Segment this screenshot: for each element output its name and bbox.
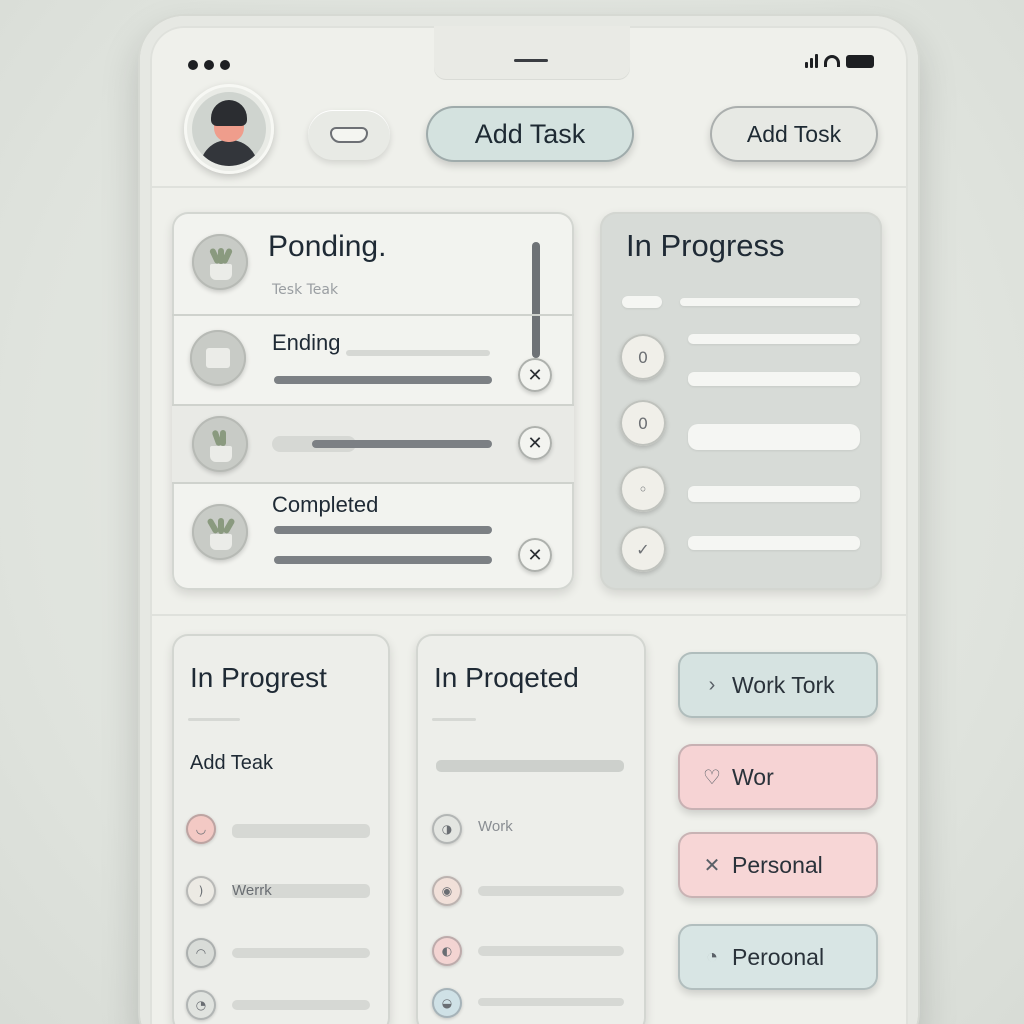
header-bar [188,718,240,721]
add-task-secondary-button[interactable]: Add Tosk [710,106,878,162]
task-bar [478,998,624,1006]
header-bar [436,760,624,772]
cross-icon: ✕ [703,854,721,877]
task-bar [232,1000,370,1010]
task-row[interactable]: ✕ [172,406,574,482]
task-status-icon[interactable]: ◦ [620,466,666,512]
dot-icon [220,60,230,70]
avatar[interactable] [184,84,274,174]
task-box-icon [190,330,246,386]
chevron-right-icon: › [708,673,716,696]
task-status-icon[interactable]: ◒ [432,988,462,1018]
pending-panel: Ponding. Tesk Teak Ending ✕ ✕ Completed … [172,212,574,590]
avatar-image [192,92,266,166]
status-icons [805,54,874,68]
dot-icon [204,60,214,70]
dot-icon [188,60,198,70]
add-task-button[interactable]: Add Task [426,106,634,162]
task-bar [478,946,624,956]
avatar-body [200,140,258,166]
toggle-knob-icon [330,127,368,143]
tag-work-pink-button[interactable]: ♡ Wor [678,744,878,810]
task-status-icon[interactable]: ◉ [432,876,462,906]
notch [434,26,630,80]
pending-header-row: Ponding. Tesk Teak [172,212,574,314]
task-bar [688,424,860,450]
close-icon[interactable]: ✕ [518,426,552,460]
task-label: Werrk [232,882,272,899]
tag-work-button[interactable]: › Work Tork [678,652,878,718]
tag-label: Work Tork [732,671,835,698]
task-bar [478,886,624,896]
task-bar [232,824,370,838]
task-bar [688,486,860,502]
phone-frame: Add Task Add Tosk Ponding. Tesk Teak End… [140,16,918,1024]
tag-personal-button[interactable]: ✕ Personal [678,832,878,898]
in-progress-panel: In Progress 0 0 ◦ ✓ [600,212,882,590]
in-progress-panel-2: In Progrest Add Teak ◡ ) Werrk ◠ ◔ [172,634,390,1024]
projected-panel: In Proqeted ◑ Work ◉ ◐ ◒ [416,634,646,1024]
in-progress-2-title: In Progrest [190,662,327,693]
signal-icon [805,54,818,68]
task-row[interactable]: Ending ✕ [172,316,574,404]
plant-icon [192,416,248,472]
task-progress-bar [312,440,492,448]
task-status-icon[interactable]: 0 [620,400,666,446]
header-divider [150,186,908,188]
clock-icon: ◔ [705,945,719,968]
task-bar [232,948,370,958]
in-progress-title: In Progress [626,228,785,263]
header-bar [680,298,860,306]
add-task-link[interactable]: Add Teak [190,752,273,775]
heart-icon: ♡ [703,766,721,789]
task-status-icon[interactable]: ◐ [432,936,462,966]
wifi-icon [824,55,840,67]
plant-icon [192,504,248,560]
task-row[interactable]: Completed ✕ [172,484,574,590]
task-detail-bar [346,350,490,356]
task-label: Ending [272,330,341,355]
task-progress-bar [274,526,492,534]
pending-subtitle: Tesk Teak [272,282,339,298]
task-status-icon[interactable]: ✓ [620,526,666,572]
task-status-icon[interactable]: ◠ [186,938,216,968]
task-bar [688,372,860,386]
task-progress-bar [274,556,492,564]
plant-icon [192,234,248,290]
phone-screen: Add Task Add Tosk Ponding. Tesk Teak End… [150,26,908,1024]
notch-speaker [514,59,548,62]
task-status-icon[interactable]: 0 [620,334,666,380]
tag-label: Peroonal [732,943,825,970]
app-stage: Add Task Add Tosk Ponding. Tesk Teak End… [0,0,1024,1024]
projected-title: In Proqeted [434,662,579,693]
task-status-icon[interactable]: ◡ [186,814,216,844]
tag-label: Wor [732,763,774,790]
header-bar [622,296,662,308]
task-bar [688,334,860,344]
tag-label: Personal [732,851,823,878]
task-status-icon[interactable]: ◑ [432,814,462,844]
task-progress-bar [274,376,492,384]
pending-title: Ponding. [268,230,387,263]
battery-icon [846,54,874,68]
task-label: Work [478,818,513,835]
task-status-icon[interactable]: ◔ [186,990,216,1020]
view-toggle[interactable] [308,110,390,160]
header-bar [432,718,476,721]
task-label: Completed [272,492,379,517]
window-dots [188,60,230,70]
tag-personal-teal-button[interactable]: ◔ Peroonal [678,924,878,990]
task-status-icon[interactable]: ) [186,876,216,906]
close-icon[interactable]: ✕ [518,538,552,572]
avatar-hair [211,100,247,126]
close-icon[interactable]: ✕ [518,358,552,392]
task-bar [688,536,860,550]
section-divider [150,614,908,616]
